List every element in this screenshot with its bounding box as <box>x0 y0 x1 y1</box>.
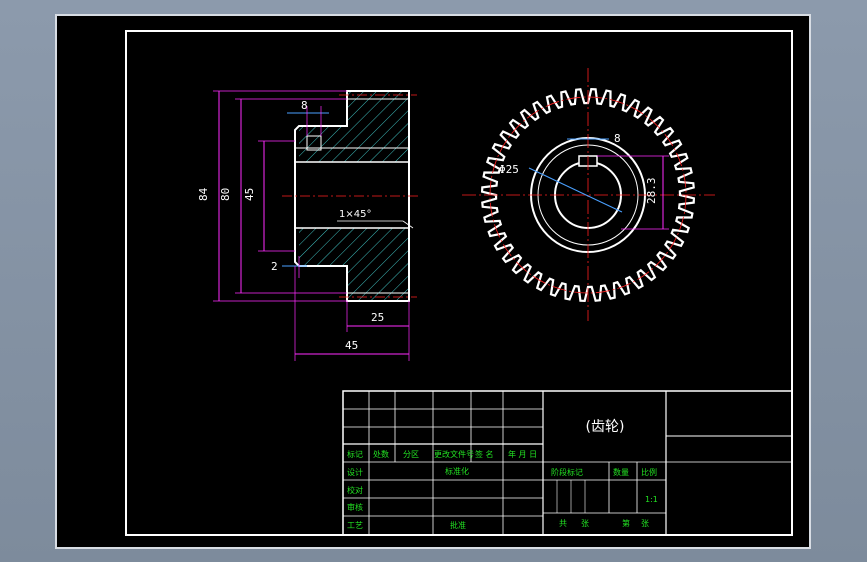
tb-process: 工艺 <box>347 521 363 530</box>
tb-change-doc: 更改文件号 <box>434 449 474 459</box>
dim-45-bore-label: 45 <box>243 188 256 201</box>
drawing-viewport[interactable]: 84 80 45 8 2 1×45° 25 45 8 Φ25 28.3 (齿轮)… <box>55 14 811 549</box>
tb-signature: 签 名 <box>475 449 494 459</box>
title-block: (齿轮) 标记 处数 分区 更改文件号 签 名 年 月 日 设计 标准化 校对 … <box>342 390 793 536</box>
tb-count: 处数 <box>373 449 389 459</box>
lower-hatch <box>299 228 409 301</box>
drawing-title: (齿轮) <box>586 419 625 435</box>
tb-sheet-no: 第 <box>622 518 630 528</box>
tb-check: 校对 <box>347 485 363 495</box>
tb-quantity: 数量 <box>613 467 629 477</box>
dim-phi25-label: Φ25 <box>499 163 519 176</box>
drawing-frame <box>125 30 793 536</box>
dim-25-label: 25 <box>371 311 384 324</box>
tb-approve: 批准 <box>450 520 466 530</box>
title-block-frame <box>342 390 793 536</box>
dim-8-top-label: 8 <box>301 99 308 112</box>
front-view: 8 Φ25 28.3 <box>462 68 715 321</box>
section-view: 84 80 45 8 2 1×45° 25 45 <box>197 90 419 361</box>
dim-2-label: 2 <box>271 260 278 273</box>
tb-zone: 分区 <box>403 450 419 459</box>
dim-28-3-label: 28.3 <box>645 178 658 205</box>
dim-45-length-label: 45 <box>345 339 358 352</box>
tb-design: 设计 <box>347 467 363 477</box>
tb-scale: 比例 <box>641 467 657 477</box>
tb-standardize: 标准化 <box>445 466 469 476</box>
chamfer-label: 1×45° <box>339 209 371 220</box>
cad-drawing: 84 80 45 8 2 1×45° 25 45 8 Φ25 28.3 (齿轮)… <box>125 30 793 536</box>
dim-84-label: 84 <box>197 187 210 201</box>
tb-scale-value: 1:1 <box>645 495 658 504</box>
dim-8-key-label: 8 <box>614 132 621 145</box>
tb-mark: 标记 <box>347 449 363 459</box>
tb-stage-mark: 阶段标记 <box>551 467 583 477</box>
dim-phi25-line <box>528 167 623 213</box>
dim-80-label: 80 <box>219 188 232 201</box>
tb-total: 共 <box>559 519 567 528</box>
tb-sheets: 张 <box>581 519 589 528</box>
tb-review: 审核 <box>347 502 363 512</box>
tb-sheets2: 张 <box>641 519 649 528</box>
tb-date: 年 月 日 <box>508 449 537 459</box>
